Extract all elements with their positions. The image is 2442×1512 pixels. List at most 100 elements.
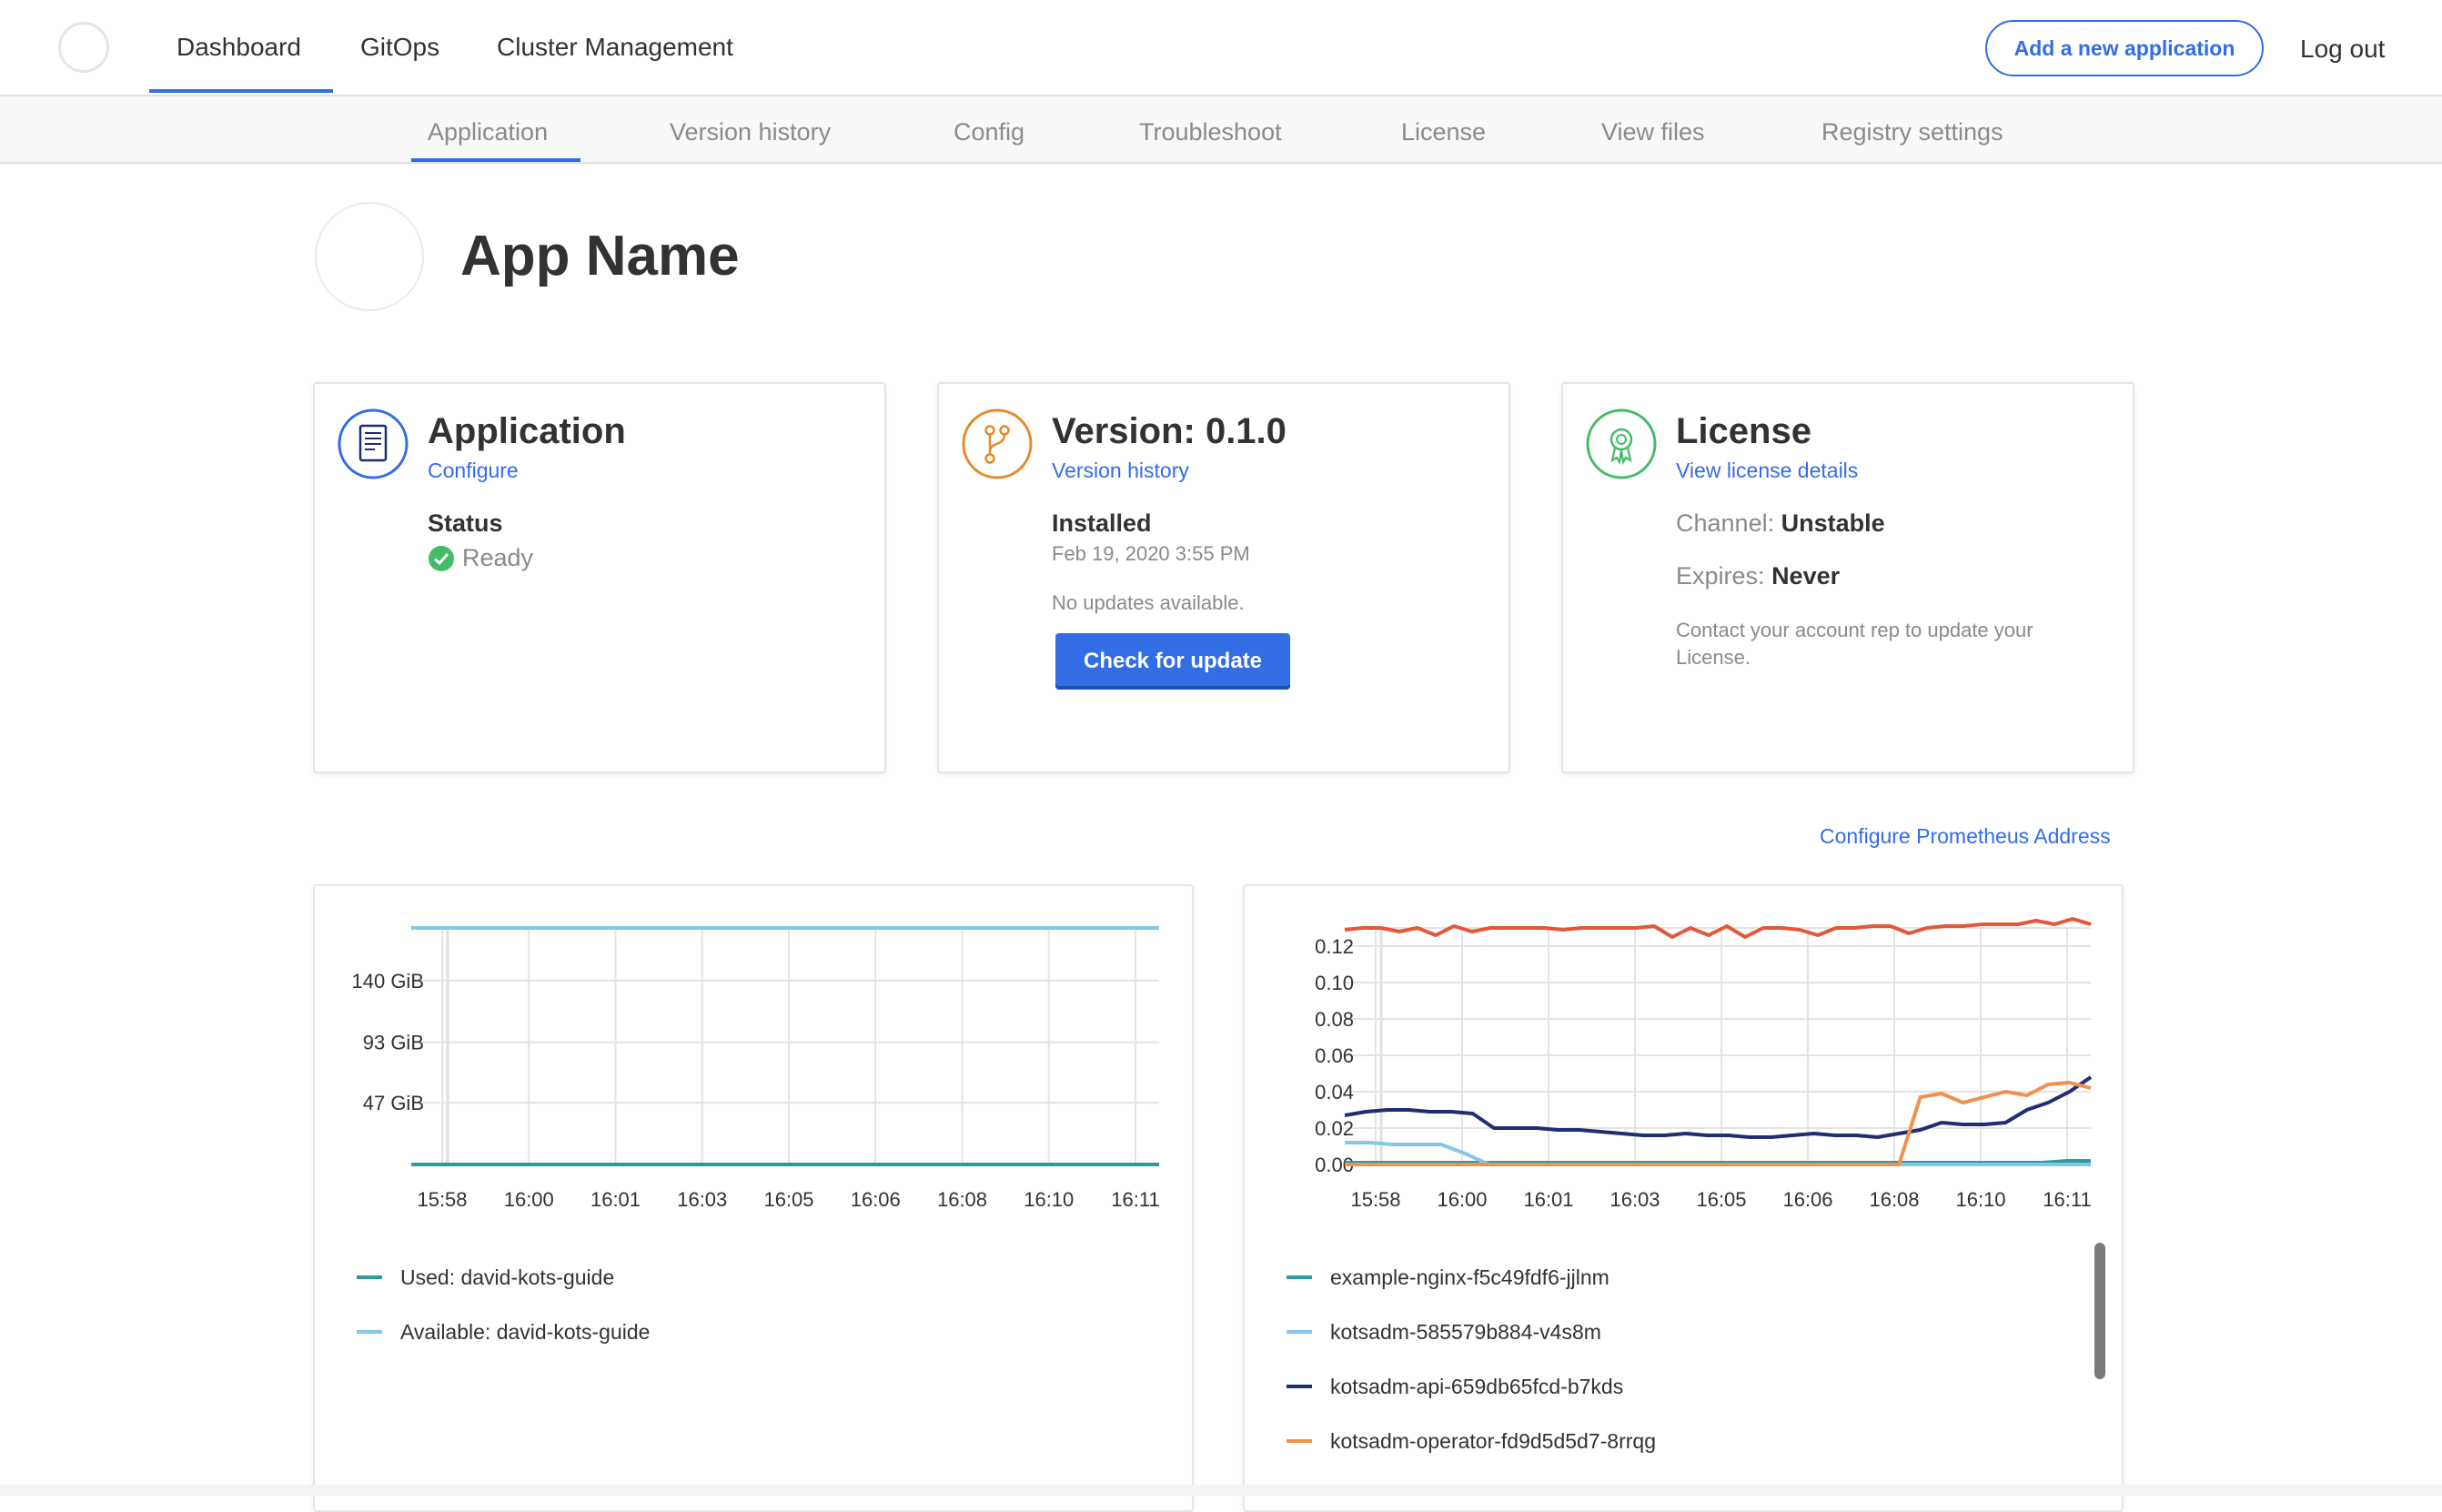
- x-tick-label: 16:01: [590, 1188, 641, 1211]
- x-tick-label: 16:03: [1610, 1188, 1660, 1211]
- add-application-button[interactable]: Add a new application: [1985, 20, 2264, 76]
- tab-version-history[interactable]: Version history: [670, 118, 831, 146]
- legend-swatch: [1287, 1385, 1312, 1388]
- installed-date: Feb 19, 2020 3:55 PM: [1052, 542, 1250, 565]
- legend-item[interactable]: Available: david-kots-guide: [357, 1305, 650, 1359]
- legend-label: Available: david-kots-guide: [400, 1319, 651, 1344]
- installed-label: Installed: [1052, 509, 1152, 537]
- subnav-active-indicator: [411, 158, 580, 162]
- nav-gitops[interactable]: GitOps: [360, 33, 439, 62]
- updates-status: No updates available.: [1052, 591, 1245, 614]
- status-row: Ready: [428, 544, 533, 572]
- logout-link[interactable]: Log out: [2300, 35, 2385, 64]
- check-circle-icon: [429, 545, 454, 571]
- app-icon: [315, 202, 424, 311]
- legend-item[interactable]: example-nginx-f5c49fdf6-jjlnm: [1287, 1250, 1656, 1305]
- legend-label: kotsadm-api-659db65fcd-b7kds: [1330, 1374, 1624, 1398]
- license-card-title: License: [1676, 411, 1811, 451]
- legend-swatch: [1287, 1275, 1312, 1279]
- check-for-update-button[interactable]: Check for update: [1055, 633, 1290, 690]
- tab-application[interactable]: Application: [428, 118, 548, 146]
- app-name: App Name: [460, 225, 740, 287]
- legend-scrollbar[interactable]: [2094, 1243, 2105, 1379]
- disk-usage-legend: Used: david-kots-guide Available: david-k…: [357, 1250, 650, 1359]
- y-tick-label: 0.10: [1315, 972, 1354, 994]
- logo[interactable]: [58, 22, 109, 73]
- disk-usage-graph-card: 15:58 16:00 16:01 16:03 16:05 16:06 16:08 16:10…: [313, 884, 1194, 1512]
- x-tick-label: 16:11: [1111, 1188, 1159, 1211]
- award-ribbon-icon: [1586, 408, 1657, 479]
- version-card: Version: 0.1.0 Version history Installed…: [937, 382, 1510, 773]
- cpu-usage-chart: 15:58 16:00 16:01 16:03 16:05 16:06 16:08 16:10…: [1315, 917, 2093, 1211]
- legend-item[interactable]: Used: david-kots-guide: [357, 1250, 650, 1305]
- series-line-0[interactable]: [1345, 1159, 2091, 1164]
- channel-value: Unstable: [1781, 509, 1885, 537]
- nav-cluster-management[interactable]: Cluster Management: [497, 33, 733, 62]
- cpu-usage-graph-card: 15:58 16:00 16:01 16:03 16:05 16:06 16:08 16:10…: [1243, 884, 2124, 1512]
- x-tick-label: 16:05: [763, 1188, 813, 1211]
- legend-item[interactable]: kotsadm-operator-fd9d5d5d7-8rrqg: [1287, 1414, 1656, 1468]
- status-label: Status: [428, 509, 503, 537]
- x-tick-label: 16:08: [937, 1188, 987, 1211]
- app-subnav: Application Version history Config Troub…: [0, 96, 2442, 164]
- license-note: Contact your account rep to update your …: [1676, 619, 2033, 669]
- expires-label: Expires:: [1676, 562, 1765, 590]
- license-expires-row: Expires: Never: [1676, 562, 1840, 590]
- legend-swatch: [1287, 1439, 1312, 1443]
- x-tick-label: 16:03: [677, 1188, 727, 1211]
- x-tick-label: 16:11: [2043, 1188, 2091, 1211]
- legend-label: example-nginx-f5c49fdf6-jjlnm: [1330, 1265, 1610, 1289]
- channel-label: Channel:: [1676, 509, 1775, 537]
- legend-label: kotsadm-585579b884-v4s8m: [1330, 1319, 1601, 1344]
- page-bottom-edge: [0, 1485, 2442, 1496]
- nav-active-indicator: [149, 89, 333, 93]
- x-tick-label: 16:06: [851, 1188, 901, 1211]
- x-tick-label: 16:00: [504, 1188, 554, 1211]
- application-card-title: Application: [428, 411, 626, 451]
- document-icon: [338, 408, 409, 479]
- legend-swatch: [1287, 1330, 1312, 1334]
- status-value: Ready: [462, 544, 534, 571]
- legend-label: kotsadm-operator-fd9d5d5d7-8rrqg: [1330, 1428, 1656, 1453]
- y-tick-label: 140 GiB: [352, 970, 425, 993]
- expires-value: Never: [1771, 562, 1841, 590]
- version-history-link[interactable]: Version history: [1052, 459, 1189, 483]
- y-tick-label: 93 GiB: [363, 1032, 424, 1054]
- nav-dashboard[interactable]: Dashboard: [177, 33, 301, 62]
- x-tick-label: 16:01: [1523, 1188, 1573, 1211]
- tab-config[interactable]: Config: [954, 118, 1024, 146]
- legend-item[interactable]: kotsadm-api-659db65fcd-b7kds: [1287, 1359, 1656, 1414]
- y-tick-label: 47 GiB: [363, 1092, 424, 1114]
- x-tick-label: 15:58: [1350, 1188, 1400, 1211]
- tab-troubleshoot[interactable]: Troubleshoot: [1139, 118, 1282, 146]
- y-tick-label: 0.12: [1315, 935, 1354, 958]
- y-tick-label: 0.08: [1315, 1008, 1354, 1031]
- version-card-title: Version: 0.1.0: [1052, 411, 1287, 451]
- tab-view-files[interactable]: View files: [1601, 118, 1705, 146]
- y-tick-label: 0.02: [1315, 1117, 1354, 1140]
- tab-license[interactable]: License: [1401, 118, 1486, 146]
- top-navbar: Dashboard GitOps Cluster Management Add …: [0, 0, 2442, 96]
- git-branch-icon: [962, 408, 1033, 479]
- x-tick-label: 16:10: [1955, 1188, 2005, 1211]
- x-tick-label: 15:58: [417, 1188, 467, 1211]
- view-license-details-link[interactable]: View license details: [1676, 459, 1858, 483]
- license-channel-row: Channel: Unstable: [1676, 509, 1885, 538]
- configure-link[interactable]: Configure: [428, 459, 519, 483]
- x-tick-label: 16:00: [1437, 1188, 1487, 1211]
- license-card: License View license details Channel: Un…: [1561, 382, 2134, 773]
- cpu-usage-legend: example-nginx-f5c49fdf6-jjlnm kotsadm-585…: [1287, 1250, 1656, 1468]
- legend-label: Used: david-kots-guide: [400, 1265, 615, 1289]
- legend-swatch: [357, 1275, 382, 1279]
- x-tick-label: 16:10: [1024, 1188, 1074, 1211]
- legend-swatch: [357, 1330, 382, 1334]
- application-card: Application Configure Status Ready: [313, 382, 886, 773]
- configure-prometheus-link[interactable]: Configure Prometheus Address: [1820, 824, 2111, 849]
- x-tick-label: 16:06: [1782, 1188, 1832, 1211]
- legend-item[interactable]: kotsadm-585579b884-v4s8m: [1287, 1305, 1656, 1359]
- x-tick-label: 16:08: [1869, 1188, 1919, 1211]
- y-tick-label: 0.04: [1315, 1081, 1354, 1104]
- x-tick-label: 16:05: [1696, 1188, 1746, 1211]
- tab-registry-settings[interactable]: Registry settings: [1821, 118, 2003, 146]
- disk-usage-chart: 15:58 16:00 16:01 16:03 16:05 16:06 16:08 16:10…: [352, 926, 1160, 1211]
